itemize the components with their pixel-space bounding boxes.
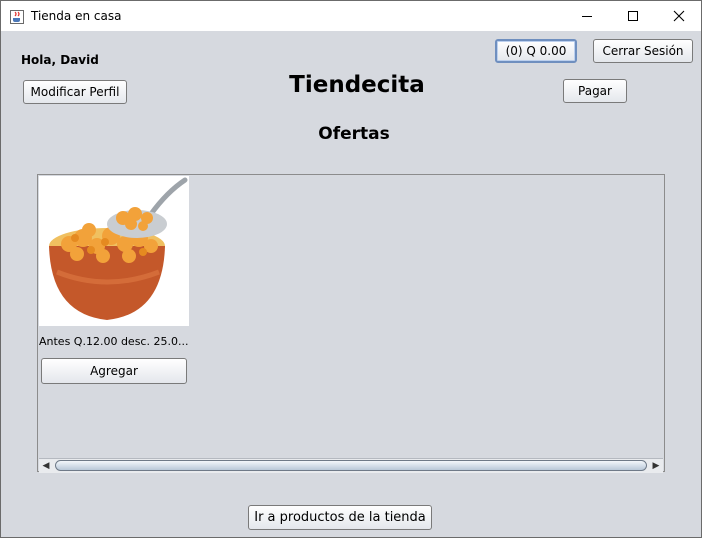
product-caption: Antes Q.12.00 desc. 25.0...	[39, 335, 189, 348]
add-to-cart-button[interactable]: Agregar	[41, 358, 187, 384]
app-window: Tienda en casa Hola, David (0) Q 0.00 Ce…	[0, 0, 702, 538]
close-button[interactable]	[656, 1, 702, 31]
maximize-button[interactable]	[610, 1, 656, 31]
cereal-bowl-image	[39, 176, 189, 326]
pay-button[interactable]: Pagar	[563, 79, 627, 103]
scroll-left-icon[interactable]: ◀	[39, 459, 53, 473]
horizontal-scrollbar[interactable]: ◀ ▶	[39, 458, 663, 473]
minimize-icon	[581, 7, 593, 26]
scroll-right-icon[interactable]: ▶	[649, 459, 663, 473]
java-cup-icon	[10, 9, 24, 24]
cart-button[interactable]: (0) Q 0.00	[495, 39, 577, 63]
logout-button[interactable]: Cerrar Sesión	[593, 39, 693, 63]
go-to-products-button[interactable]: Ir a productos de la tienda	[248, 505, 432, 530]
title-bar: Tienda en casa	[1, 1, 701, 31]
offers-panel: Antes Q.12.00 desc. 25.0... Agregar ◀ ▶	[37, 174, 665, 473]
maximize-icon	[627, 7, 639, 26]
main-content: Hola, David (0) Q 0.00 Cerrar Sesión Mod…	[1, 31, 701, 537]
close-icon	[673, 7, 685, 26]
greeting-label: Hola, David	[21, 53, 99, 67]
offers-heading: Ofertas	[318, 124, 390, 144]
window-title: Tienda en casa	[31, 9, 122, 23]
edit-profile-button[interactable]: Modificar Perfil	[23, 80, 127, 104]
minimize-button[interactable]	[564, 1, 610, 31]
store-title: Tiendecita	[289, 72, 425, 98]
scrollbar-thumb[interactable]	[55, 460, 647, 471]
